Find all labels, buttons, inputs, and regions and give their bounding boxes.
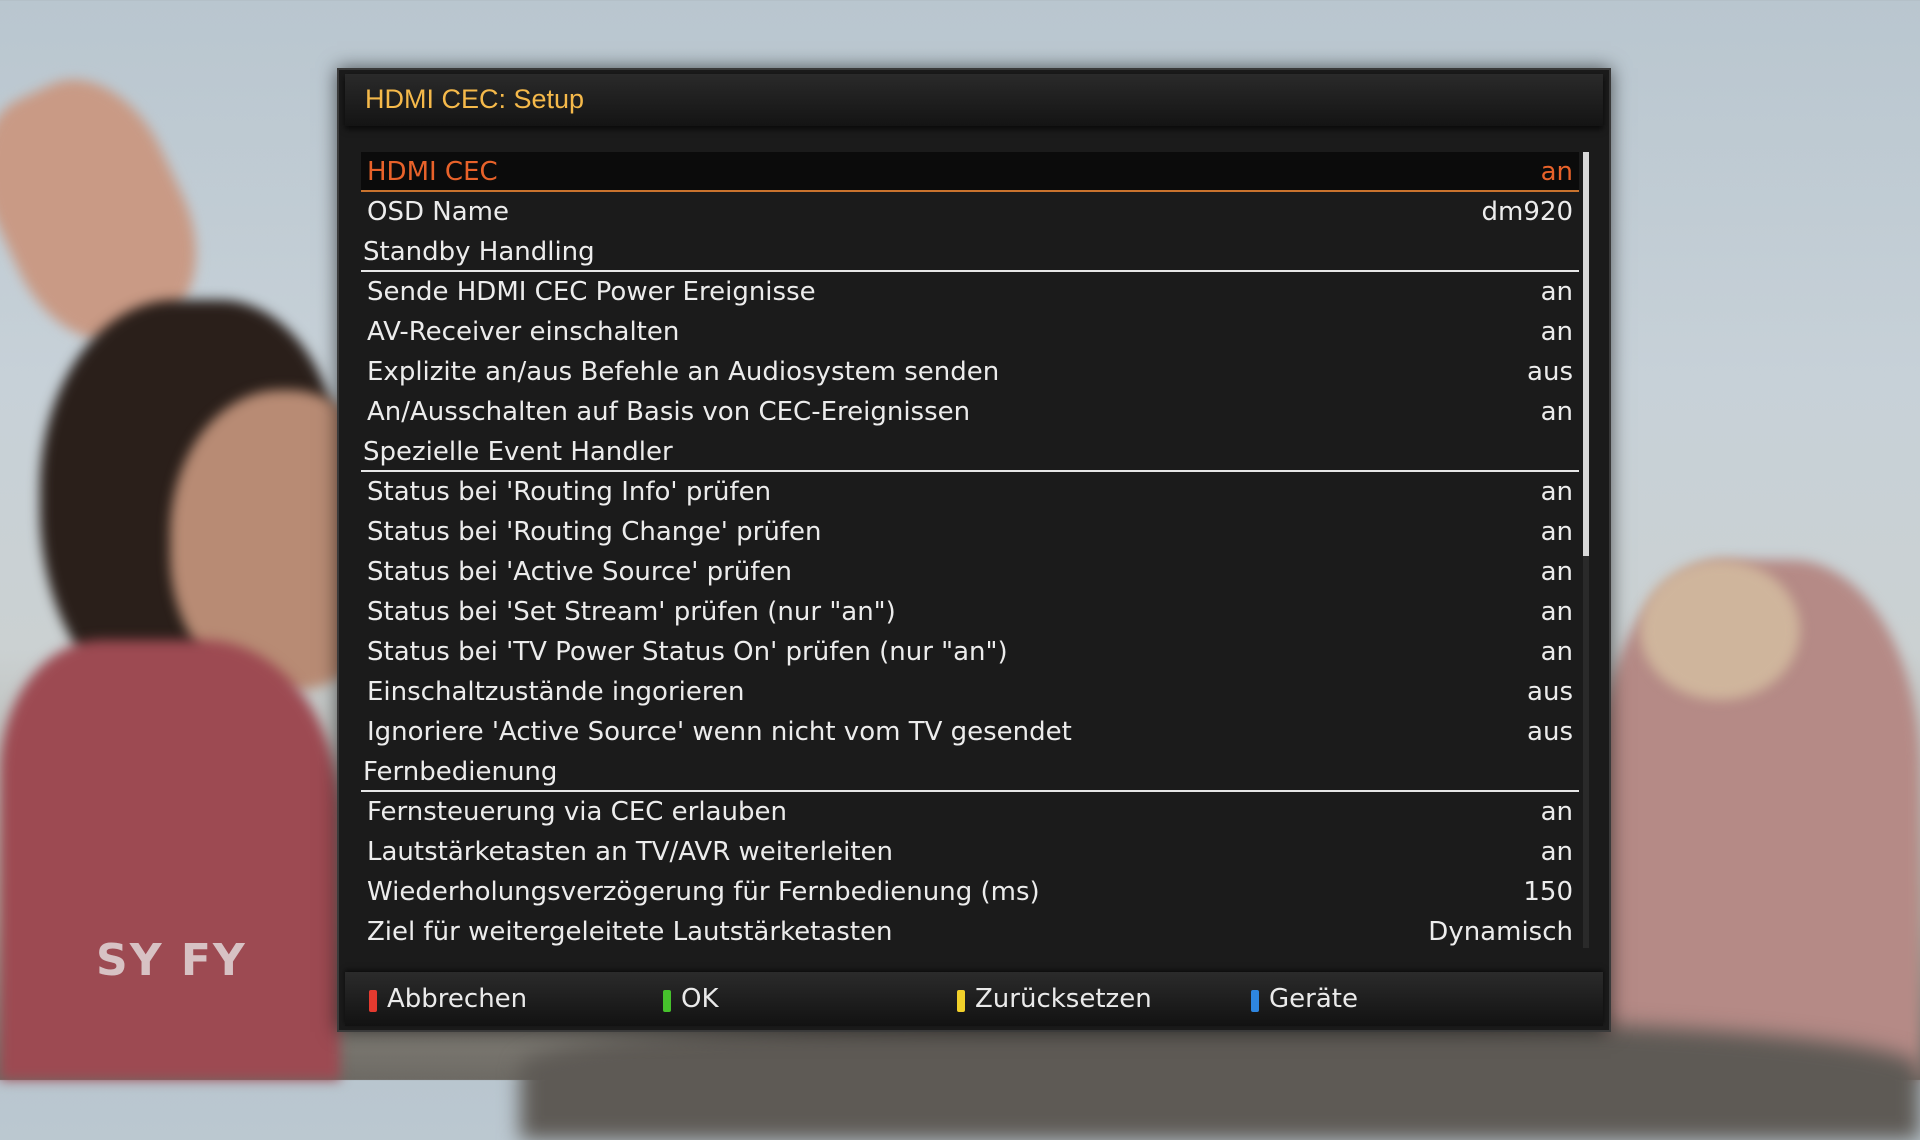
button-label: OK [681, 984, 719, 1014]
setting-label: Status bei 'TV Power Status On' prüfen (… [367, 637, 1008, 667]
setting-label: Status bei 'Routing Info' prüfen [367, 477, 772, 507]
background-head-right [1640, 560, 1800, 700]
setting-value[interactable]: aus [1527, 352, 1573, 392]
setting-row[interactable]: Status bei 'TV Power Status On' prüfen (… [361, 632, 1579, 672]
red-key-icon [369, 990, 377, 1012]
green-key-icon [663, 990, 671, 1012]
section-header: Standby Handling [361, 232, 1579, 272]
setting-label: Status bei 'Set Stream' prüfen (nur "an"… [367, 597, 896, 627]
setting-value[interactable]: an [1541, 552, 1573, 592]
button-label: Abbrechen [387, 984, 528, 1014]
setting-row[interactable]: Status bei 'Active Source' prüfen an [361, 552, 1579, 592]
title-bar: HDMI CEC: Setup [345, 74, 1603, 126]
setting-value[interactable]: an [1541, 312, 1573, 352]
section-label: Standby Handling [363, 237, 595, 267]
setting-value[interactable]: an [1541, 792, 1573, 832]
setup-dialog: HDMI CEC: Setup HDMI CEC an OSD Name dm920 S… [337, 68, 1611, 1032]
setting-label: Einschaltzustände ingorieren [367, 677, 745, 707]
setting-value[interactable]: aus [1527, 712, 1573, 752]
background-ground [520, 1020, 1920, 1140]
setting-label: An/Ausschalten auf Basis von CEC-Ereigni… [367, 397, 971, 427]
setting-label: AV-Receiver einschalten [367, 317, 680, 347]
setting-label: Sende HDMI CEC Power Ereignisse [367, 277, 816, 307]
setting-row[interactable]: Status bei 'Set Stream' prüfen (nur "an"… [361, 592, 1579, 632]
setting-label: HDMI CEC [367, 157, 498, 187]
setting-value[interactable]: dm920 [1482, 192, 1573, 232]
setting-label: Ignoriere 'Active Source' wenn nicht vom… [367, 717, 1072, 747]
setting-value[interactable]: Dynamisch [1428, 912, 1573, 952]
setting-value[interactable]: an [1541, 632, 1573, 672]
setting-row[interactable]: Status bei 'Routing Change' prüfen an [361, 512, 1579, 552]
scrollbar[interactable] [1583, 152, 1589, 948]
setting-row[interactable]: An/Ausschalten auf Basis von CEC-Ereigni… [361, 392, 1579, 432]
setting-row[interactable]: OSD Name dm920 [361, 192, 1579, 232]
button-label: Geräte [1269, 984, 1358, 1014]
dialog-title: HDMI CEC: Setup [365, 84, 585, 114]
setting-row[interactable]: AV-Receiver einschalten an [361, 312, 1579, 352]
blue-key-icon [1251, 990, 1259, 1012]
setting-label: Status bei 'Active Source' prüfen [367, 557, 792, 587]
background-body [0, 640, 340, 1080]
setting-row[interactable]: Sende HDMI CEC Power Ereignisse an [361, 272, 1579, 312]
button-label: Zurücksetzen [975, 984, 1152, 1014]
setting-value[interactable]: an [1541, 832, 1573, 872]
section-label: Spezielle Event Handler [363, 437, 673, 467]
setting-label: Fernsteuerung via CEC erlauben [367, 797, 787, 827]
setting-row[interactable]: Lautstärketasten an TV/AVR weiterleiten a… [361, 832, 1579, 872]
setting-label: OSD Name [367, 197, 509, 227]
settings-list: HDMI CEC an OSD Name dm920 Standby Handling S… [361, 152, 1579, 952]
section-header: Spezielle Event Handler [361, 432, 1579, 472]
setting-value[interactable]: an [1541, 472, 1573, 512]
color-button-bar: Abbrechen OK Zurücksetzen Geräte [345, 972, 1603, 1026]
setting-label: Status bei 'Routing Change' prüfen [367, 517, 822, 547]
setting-value[interactable]: an [1541, 272, 1573, 312]
setting-row[interactable]: HDMI CEC an [361, 152, 1579, 192]
setting-value[interactable]: aus [1527, 672, 1573, 712]
channel-logo: SY FY [96, 935, 247, 986]
setting-row[interactable]: Fernsteuerung via CEC erlauben an [361, 792, 1579, 832]
setting-value[interactable]: an [1541, 392, 1573, 432]
setting-label: Lautstärketasten an TV/AVR weiterleiten [367, 837, 894, 867]
setting-label: Ziel für weitergeleitete Lautstärketaste… [367, 917, 893, 947]
setting-row[interactable]: Status bei 'Routing Info' prüfen an [361, 472, 1579, 512]
setting-row[interactable]: Ignoriere 'Active Source' wenn nicht vom… [361, 712, 1579, 752]
setting-row[interactable]: Wiederholungsverzögerung für Fernbedienu… [361, 872, 1579, 912]
setting-value[interactable]: an [1541, 512, 1573, 552]
yellow-key-icon [957, 990, 965, 1012]
setting-row[interactable]: Ziel für weitergeleitete Lautstärketaste… [361, 912, 1579, 952]
setting-label: Wiederholungsverzögerung für Fernbedienu… [367, 877, 1040, 907]
section-header: Fernbedienung [361, 752, 1579, 792]
section-label: Fernbedienung [363, 757, 558, 787]
scrollbar-thumb[interactable] [1583, 152, 1589, 556]
setting-label: Explizite an/aus Befehle an Audiosystem … [367, 357, 1000, 387]
setting-row[interactable]: Explizite an/aus Befehle an Audiosystem … [361, 352, 1579, 392]
setting-value[interactable]: an [1541, 592, 1573, 632]
setting-row[interactable]: Einschaltzustände ingorieren aus [361, 672, 1579, 712]
setting-value[interactable]: an [1541, 152, 1573, 192]
setting-value[interactable]: 150 [1523, 872, 1573, 912]
